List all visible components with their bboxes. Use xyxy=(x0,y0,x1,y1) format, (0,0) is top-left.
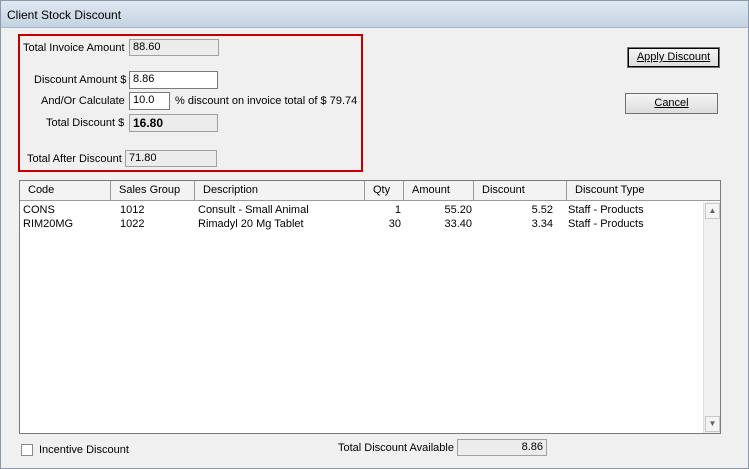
cell-code: RIM20MG xyxy=(23,218,74,230)
column-header-qty[interactable]: Qty xyxy=(365,181,404,201)
calculate-suffix: % discount on invoice total of $ 79.74 xyxy=(175,95,358,107)
total-discount-field: 16.80 xyxy=(129,114,218,132)
apply-discount-button[interactable]: Apply Discount xyxy=(627,47,720,68)
total-invoice-label: Total Invoice Amount xyxy=(23,42,125,54)
cell-discount-type: Staff - Products xyxy=(568,218,644,230)
column-header-code[interactable]: Code xyxy=(20,181,111,201)
title-bar[interactable]: Client Stock Discount xyxy=(1,1,748,28)
cell-sales-group: 1022 xyxy=(120,218,145,230)
discount-percent-input[interactable]: 10.0 xyxy=(129,92,170,110)
scroll-down-icon[interactable]: ▼ xyxy=(705,416,720,432)
cell-qty: 1 xyxy=(394,204,401,216)
discount-amount-label: Discount Amount $ xyxy=(34,74,127,86)
cancel-button[interactable]: Cancel xyxy=(625,93,718,114)
cell-qty: 30 xyxy=(388,218,401,230)
column-header-discount[interactable]: Discount xyxy=(474,181,567,201)
invoice-items-grid[interactable]: Code Sales Group Description Qty Amount … xyxy=(19,180,721,434)
cell-code: CONS xyxy=(23,204,55,216)
column-header-sales-group[interactable]: Sales Group xyxy=(111,181,195,201)
cell-discount: 5.52 xyxy=(531,204,553,216)
calculate-label: And/Or Calculate xyxy=(41,95,125,107)
cell-discount-type: Staff - Products xyxy=(568,204,644,216)
incentive-discount-checkbox[interactable] xyxy=(21,444,33,456)
cell-amount: 55.20 xyxy=(444,204,472,216)
total-after-label: Total After Discount xyxy=(27,153,122,165)
cell-sales-group: 1012 xyxy=(120,204,145,216)
grid-header: Code Sales Group Description Qty Amount … xyxy=(20,181,720,201)
total-after-field: 71.80 xyxy=(125,150,217,167)
cell-description: Consult - Small Animal xyxy=(198,204,309,216)
vertical-scrollbar[interactable]: ▲ ▼ xyxy=(703,202,720,433)
cell-description: Rimadyl 20 Mg Tablet xyxy=(198,218,304,230)
column-header-amount[interactable]: Amount xyxy=(404,181,474,201)
discount-available-label: Total Discount Available xyxy=(338,442,454,454)
discount-amount-input[interactable]: 8.86 xyxy=(129,71,218,89)
table-row[interactable]: CONS 1012 Consult - Small Animal 1 55.20… xyxy=(20,203,702,217)
scroll-up-icon[interactable]: ▲ xyxy=(705,203,720,219)
cell-discount: 3.34 xyxy=(531,218,553,230)
discount-available-field: 8.86 xyxy=(457,439,547,456)
column-header-description[interactable]: Description xyxy=(195,181,365,201)
incentive-discount-label[interactable]: Incentive Discount xyxy=(39,444,129,456)
window-title: Client Stock Discount xyxy=(7,8,122,22)
column-header-discount-type[interactable]: Discount Type xyxy=(567,181,720,201)
total-invoice-field: 88.60 xyxy=(129,39,219,56)
table-row[interactable]: RIM20MG 1022 Rimadyl 20 Mg Tablet 30 33.… xyxy=(20,217,702,231)
total-discount-label: Total Discount $ xyxy=(46,117,125,129)
client-stock-discount-window: Client Stock Discount Total Invoice Amou… xyxy=(0,0,749,469)
cell-amount: 33.40 xyxy=(444,218,472,230)
